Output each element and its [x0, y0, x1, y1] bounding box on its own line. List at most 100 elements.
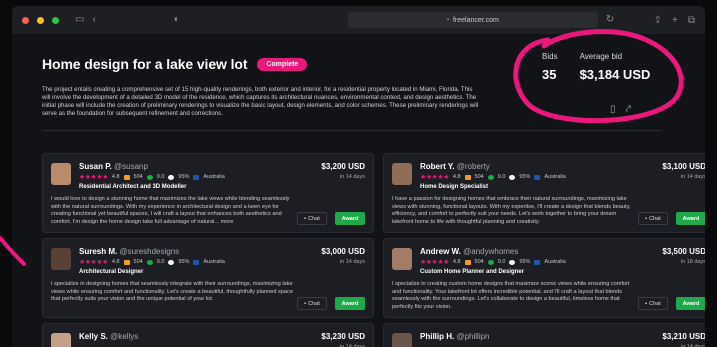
reload-icon[interactable]: ↻ — [606, 15, 614, 25]
url-text: freelancer.com — [452, 16, 499, 24]
bid-card: Andrew W. @andywhomes $3,500 USD in 18 d… — [383, 238, 705, 318]
flag-australia-icon — [193, 259, 200, 265]
award-button[interactable]: Award — [335, 297, 365, 310]
bid-card: Robert Y. @roberty $3,100 USD in 14 days… — [383, 153, 705, 233]
sidebar-toggle-icon[interactable]: ▭ — [75, 15, 84, 25]
earnings-icon — [146, 174, 153, 180]
earnings-score: 9.0 — [156, 259, 165, 265]
close-window-button[interactable] — [22, 16, 29, 24]
country: Australia — [544, 259, 566, 265]
avatar[interactable] — [392, 163, 412, 185]
bid-duration: in 18 days — [680, 259, 705, 265]
reviews-count: 504 — [133, 259, 143, 265]
freelancer-name-line: Suresh M. @sureshdesigns — [79, 247, 179, 256]
bid-amount: $3,100 USD — [662, 162, 705, 171]
bid-amount: $3,500 USD — [662, 247, 705, 256]
freelancer-role: Home Design Specialist — [420, 184, 489, 190]
bid-card: Kelly S. @kellys $3,230 USD in 14 days — [42, 323, 374, 347]
avatar[interactable] — [392, 333, 412, 347]
maximize-window-button[interactable] — [52, 16, 59, 24]
freelancer-role: Custom Home Planner and Designer — [420, 269, 525, 275]
freelancer-name[interactable]: Andrew W. — [420, 247, 461, 256]
chat-button[interactable]: ▪ Chat — [638, 297, 668, 310]
chat-bubble-icon: ▪ — [304, 215, 307, 222]
lock-icon: ▪ — [446, 17, 449, 23]
share-icon[interactable]: ⇪ — [654, 15, 662, 26]
earnings-icon — [487, 259, 494, 265]
highlight-circle-annotation — [513, 29, 684, 124]
freelancer-name[interactable]: Susan P. — [79, 162, 112, 171]
bid-card: Suresh M. @sureshdesigns $3,000 USD in 1… — [42, 238, 374, 318]
avatar[interactable] — [51, 248, 71, 270]
minimize-window-button[interactable] — [37, 16, 44, 24]
highlight-arrow-annotation — [0, 236, 26, 266]
reviews-icon — [123, 174, 130, 180]
completion-rate: 95% — [178, 259, 190, 265]
chat-bubble-icon: ▪ — [304, 300, 307, 307]
privacy-shield-icon[interactable]: ◐ — [174, 15, 180, 25]
bid-amount: $3,210 USD — [662, 332, 705, 341]
earnings-icon — [487, 174, 494, 180]
avatar[interactable] — [51, 333, 71, 347]
freelancer-name-line: Kelly S. @kellys — [79, 332, 138, 341]
address-bar[interactable]: ▪ freelancer.com — [347, 12, 598, 28]
chat-bubble-icon: ▪ — [645, 300, 648, 307]
freelancer-handle: @sureshdesigns — [119, 247, 180, 256]
bid-amount: $3,200 USD — [321, 162, 365, 171]
avatar[interactable] — [51, 163, 71, 185]
tabs-overview-icon[interactable]: ⧉ — [688, 15, 695, 26]
award-button[interactable]: Award — [676, 297, 705, 310]
completion-rate: 95% — [519, 259, 531, 265]
status-badge: Complete — [257, 57, 308, 71]
bid-actions: ▪ Chat Award — [297, 297, 365, 310]
flag-australia-icon — [193, 174, 200, 180]
award-button[interactable]: Award — [335, 212, 365, 225]
freelancer-handle: @andywhomes — [463, 247, 519, 256]
bid-actions: ▪ Chat Award — [638, 297, 705, 310]
award-button[interactable]: Award — [676, 212, 705, 225]
proposal-text: I have a passion for designing homes tha… — [392, 196, 631, 225]
completion-icon — [509, 174, 516, 180]
back-arrow-icon[interactable]: ‹ — [92, 15, 95, 25]
completion-rate: 95% — [178, 174, 190, 180]
reviews-icon — [464, 174, 471, 180]
rating-value: 4.8 — [111, 174, 120, 180]
section-divider — [42, 130, 662, 131]
bid-actions: ▪ Chat Award — [297, 212, 365, 225]
bid-price: $3,500 USD in 18 days — [662, 247, 705, 265]
bid-duration: in 14 days — [339, 174, 365, 180]
chat-bubble-icon: ▪ — [645, 215, 648, 222]
rating-value: 4.8 — [452, 259, 461, 265]
reviews-count: 504 — [474, 259, 484, 265]
project-description: The project entails creating a comprehen… — [42, 86, 479, 117]
completion-icon — [509, 259, 516, 265]
bid-card: Phillip H. @phillipn $3,210 USD in 14 da… — [383, 323, 705, 347]
freelancer-role: Residential Architect and 3D Modeller — [79, 184, 187, 190]
freelancer-name-line: Robert Y. @roberty — [420, 162, 490, 171]
freelancer-meta: ★★★★★ 4.8 504 9.0 95% Australia — [79, 173, 225, 181]
freelancer-handle: @phillipn — [456, 332, 490, 341]
freelancer-handle: @roberty — [456, 162, 490, 171]
new-tab-icon[interactable]: + — [672, 15, 678, 26]
chat-button[interactable]: ▪ Chat — [638, 212, 668, 225]
freelancer-meta: ★★★★★ 4.8 504 9.0 95% Australia — [420, 173, 566, 181]
chat-button[interactable]: ▪ Chat — [297, 212, 327, 225]
bid-amount: $3,000 USD — [321, 247, 365, 256]
flag-australia-icon — [534, 259, 541, 265]
chat-button[interactable]: ▪ Chat — [297, 297, 327, 310]
bid-price: $3,000 USD in 14 days — [321, 247, 365, 265]
freelancer-meta: ★★★★★ 4.8 504 9.0 95% Australia — [420, 258, 566, 266]
freelancer-name[interactable]: Suresh M. — [79, 247, 117, 256]
freelancer-name[interactable]: Kelly S. — [79, 332, 108, 341]
star-rating-icon: ★★★★★ — [420, 174, 449, 181]
freelancer-name[interactable]: Robert Y. — [420, 162, 455, 171]
avatar[interactable] — [392, 248, 412, 270]
rating-value: 4.8 — [111, 259, 120, 265]
freelancer-handle: @susanp — [114, 162, 148, 171]
bid-actions: ▪ Chat Award — [638, 212, 705, 225]
rating-value: 4.8 — [452, 174, 461, 180]
completion-icon — [168, 259, 175, 265]
earnings-icon — [146, 259, 153, 265]
project-header: Home design for a lake view lot Complete — [42, 56, 308, 72]
freelancer-name[interactable]: Phillip H. — [420, 332, 454, 341]
